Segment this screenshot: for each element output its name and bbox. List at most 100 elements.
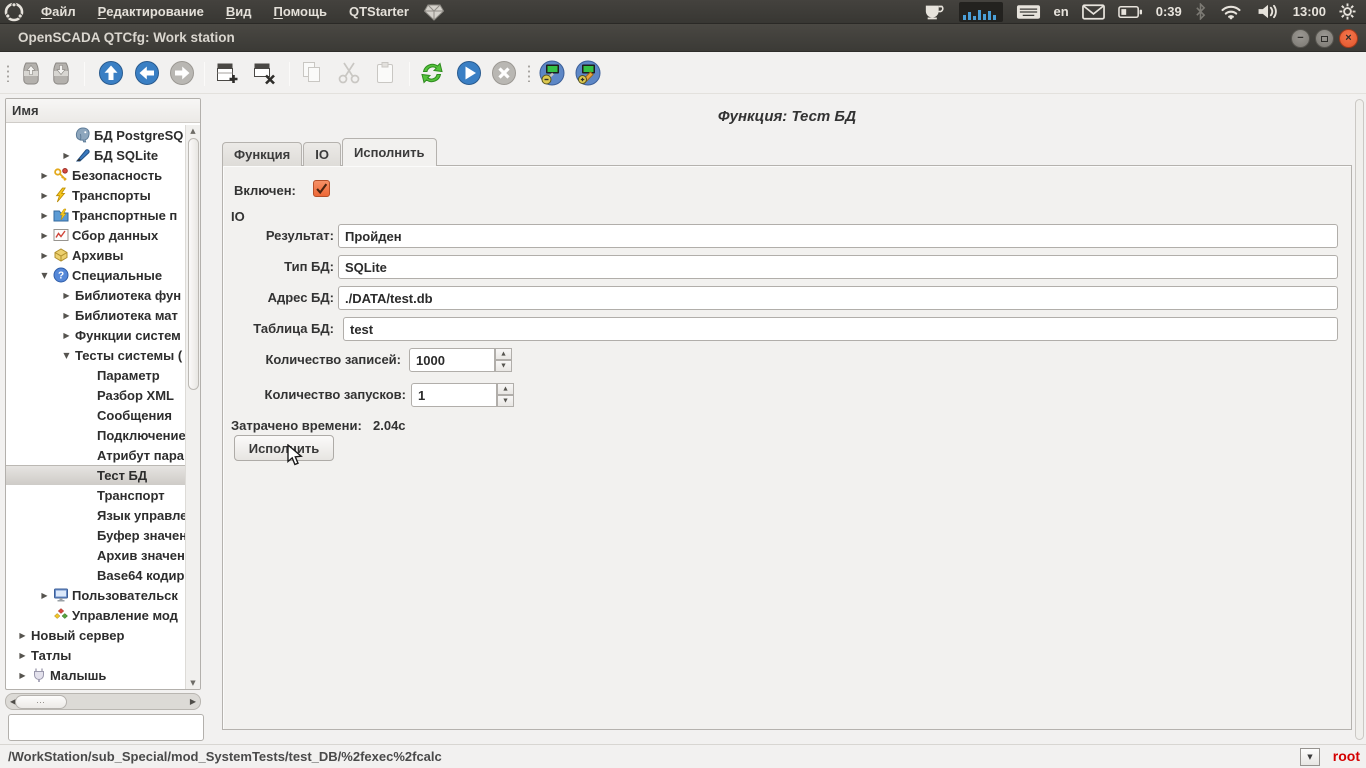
expand-arrow-icon[interactable]: ▶ bbox=[58, 151, 75, 160]
tree-item[interactable]: Сообщения bbox=[6, 405, 185, 425]
tab-io[interactable]: IO bbox=[303, 142, 341, 166]
tab-функция[interactable]: Функция bbox=[222, 142, 302, 166]
menu-qtstarter[interactable]: QTStarter bbox=[338, 0, 420, 23]
stop-button[interactable] bbox=[491, 60, 517, 86]
qtvision-button[interactable] bbox=[575, 60, 601, 86]
add-item-button[interactable] bbox=[214, 60, 240, 86]
save-button[interactable] bbox=[48, 60, 74, 86]
battery-icon[interactable] bbox=[1118, 4, 1143, 20]
expand-arrow-icon[interactable]: ▶ bbox=[58, 311, 75, 320]
tree-item[interactable]: Атрибут пара bbox=[6, 445, 185, 465]
expand-arrow-icon[interactable]: ▶ bbox=[14, 631, 31, 640]
maximize-button[interactable] bbox=[1315, 29, 1334, 48]
session-gear-icon[interactable] bbox=[1339, 3, 1356, 20]
expand-arrow-icon[interactable]: ▶ bbox=[36, 171, 53, 180]
field-input[interactable] bbox=[338, 286, 1338, 310]
qtcfg-button[interactable] bbox=[539, 60, 565, 86]
expand-arrow-icon[interactable]: ▶ bbox=[58, 291, 75, 300]
tree-item[interactable]: ▶Функции систем bbox=[6, 325, 185, 345]
keyboard-layout-indicator[interactable]: en bbox=[1054, 4, 1069, 19]
scrollbar-thumb[interactable]: ⋯ bbox=[15, 695, 67, 709]
spin-up-icon[interactable]: ▲ bbox=[497, 383, 514, 395]
expand-arrow-icon[interactable]: ▶ bbox=[14, 671, 31, 680]
close-button[interactable]: × bbox=[1339, 29, 1358, 48]
spin-input[interactable] bbox=[411, 383, 497, 407]
refresh-button[interactable] bbox=[419, 60, 445, 86]
bluetooth-icon[interactable] bbox=[1195, 3, 1206, 20]
tree-item[interactable]: ▶Новый сервер bbox=[6, 625, 185, 645]
volume-icon[interactable] bbox=[1256, 3, 1280, 20]
field-input[interactable] bbox=[338, 255, 1338, 279]
start-button[interactable] bbox=[456, 60, 482, 86]
expand-arrow-icon[interactable]: ▶ bbox=[36, 231, 53, 240]
back-button[interactable] bbox=[134, 60, 160, 86]
scrollbar-thumb[interactable] bbox=[188, 138, 199, 390]
distro-logo-icon[interactable] bbox=[4, 2, 24, 22]
tree-item[interactable]: Транспорт bbox=[6, 485, 185, 505]
tree-vertical-scrollbar[interactable]: ▲ ▼ bbox=[185, 125, 200, 689]
minimize-button[interactable]: − bbox=[1291, 29, 1310, 48]
menu-помощь[interactable]: Помощь bbox=[263, 0, 338, 23]
window-titlebar[interactable]: OpenSCADA QTCfg: Work station − × bbox=[0, 24, 1366, 52]
mail-icon[interactable] bbox=[1082, 4, 1105, 20]
tree-item[interactable]: Base64 кодир bbox=[6, 565, 185, 585]
forward-button[interactable] bbox=[169, 60, 195, 86]
collapse-arrow-icon[interactable]: ▼ bbox=[36, 271, 53, 280]
tree-item[interactable]: ▼Тесты системы ( bbox=[6, 345, 185, 365]
cup-applet-icon[interactable] bbox=[924, 4, 946, 20]
expand-arrow-icon[interactable]: ▶ bbox=[14, 651, 31, 660]
tree-item[interactable]: Параметр bbox=[6, 365, 185, 385]
up-button[interactable] bbox=[98, 60, 124, 86]
enabled-checkbox[interactable] bbox=[313, 180, 330, 197]
tree-search-input[interactable] bbox=[8, 714, 204, 741]
load-button[interactable] bbox=[18, 60, 44, 86]
copy-button[interactable] bbox=[299, 60, 325, 86]
spin-down-icon[interactable]: ▼ bbox=[497, 395, 514, 407]
system-monitor-applet[interactable] bbox=[959, 2, 1003, 22]
toolbar-grip[interactable] bbox=[6, 64, 10, 82]
tab-исполнить[interactable]: Исполнить bbox=[342, 138, 437, 166]
field-input[interactable] bbox=[343, 317, 1338, 341]
tree-item[interactable]: ▶Пользовательск bbox=[6, 585, 185, 605]
menu-файл[interactable]: Файл bbox=[30, 0, 87, 23]
tree-item[interactable]: ▶Библиотека фун bbox=[6, 285, 185, 305]
battery-time[interactable]: 0:39 bbox=[1156, 4, 1182, 19]
execute-button[interactable]: Исполнить bbox=[234, 435, 334, 461]
collapse-arrow-icon[interactable]: ▼ bbox=[58, 351, 75, 360]
main-vertical-scrollbar[interactable] bbox=[1355, 99, 1364, 740]
tree-item[interactable]: ▶Библиотека мат bbox=[6, 305, 185, 325]
scroll-up-arrow-icon[interactable]: ▲ bbox=[186, 125, 200, 137]
tree-item[interactable]: ▶БД SQLite bbox=[6, 145, 185, 165]
tree-item[interactable]: ▶Транспортные п bbox=[6, 205, 185, 225]
toolbar-grip[interactable] bbox=[527, 64, 531, 82]
tree-item[interactable]: ▶Татлы bbox=[6, 645, 185, 665]
tree-horizontal-scrollbar[interactable]: ◀ ⋯ ▶ bbox=[5, 693, 201, 710]
scroll-down-arrow-icon[interactable]: ▼ bbox=[186, 677, 200, 689]
menu-вид[interactable]: Вид bbox=[215, 0, 263, 23]
delete-item-button[interactable] bbox=[251, 60, 277, 86]
clock[interactable]: 13:00 bbox=[1293, 4, 1326, 19]
expand-arrow-icon[interactable]: ▶ bbox=[36, 591, 53, 600]
expand-arrow-icon[interactable]: ▶ bbox=[36, 251, 53, 260]
expand-arrow-icon[interactable]: ▶ bbox=[36, 191, 53, 200]
tree-item[interactable]: Подключение bbox=[6, 425, 185, 445]
tree-item[interactable]: Разбор XML bbox=[6, 385, 185, 405]
tree-item[interactable]: ▶Безопасность bbox=[6, 165, 185, 185]
tree-item[interactable]: Язык управле bbox=[6, 505, 185, 525]
tree-item[interactable]: Управление мод bbox=[6, 605, 185, 625]
tree-item[interactable]: БД PostgreSQ bbox=[6, 125, 185, 145]
tree-item[interactable]: Архив значен bbox=[6, 545, 185, 565]
tree-item[interactable]: Тест БД bbox=[6, 465, 185, 485]
scroll-right-arrow-icon[interactable]: ▶ bbox=[190, 696, 196, 708]
tree-item[interactable]: ▶Архивы bbox=[6, 245, 185, 265]
cut-button[interactable] bbox=[336, 60, 362, 86]
tree-item[interactable]: ▶Транспорты bbox=[6, 185, 185, 205]
keyboard-icon[interactable] bbox=[1016, 4, 1041, 20]
spin-down-icon[interactable]: ▼ bbox=[495, 360, 512, 372]
menu-редактирование[interactable]: Редактирование bbox=[87, 0, 215, 23]
spin-up-icon[interactable]: ▲ bbox=[495, 348, 512, 360]
paste-button[interactable] bbox=[372, 60, 398, 86]
spin-input[interactable] bbox=[409, 348, 495, 372]
tree-item[interactable]: ▶Малышь bbox=[6, 665, 185, 685]
field-input[interactable] bbox=[338, 224, 1338, 248]
